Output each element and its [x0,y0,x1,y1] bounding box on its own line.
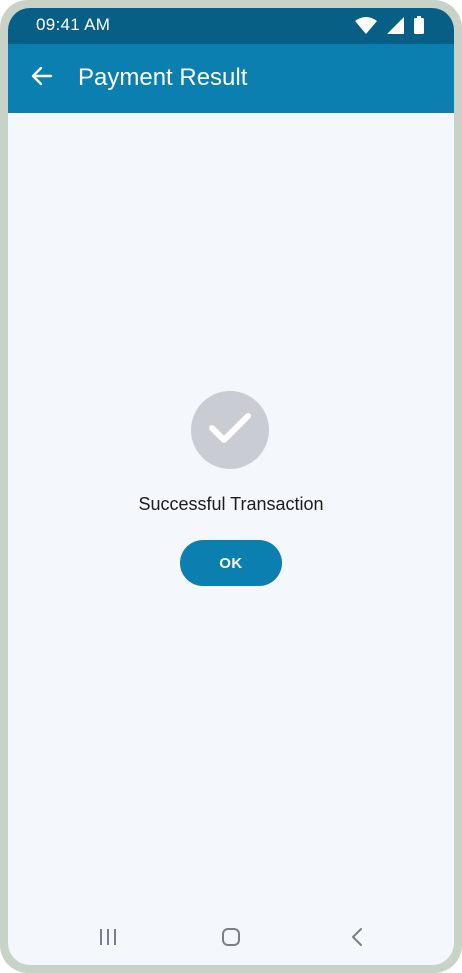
system-nav-bar [8,913,454,965]
home-button[interactable] [211,927,251,951]
checkmark-icon [208,411,252,450]
home-icon [221,927,241,952]
signal-icon [387,16,404,39]
result-message: Successful Transaction [138,494,324,514]
wifi-icon [355,16,377,39]
back-icon [350,927,364,952]
arrow-left-icon [31,65,53,92]
recent-apps-button[interactable] [88,927,128,951]
status-icons [355,16,424,39]
success-indicator [191,391,269,469]
app-bar: Payment Result [8,44,454,113]
back-button[interactable] [22,58,62,98]
status-bar: 09:41 AM [8,8,454,44]
screen: 09:41 AM Payment Result Successful Trans… [8,8,454,965]
status-time: 09:41 AM [36,15,111,34]
battery-icon [414,16,424,39]
ok-button[interactable]: OK [180,540,282,586]
system-back-button[interactable] [337,927,377,951]
recent-apps-icon [98,928,118,951]
page-title: Payment Result [78,64,248,91]
device-frame: 09:41 AM Payment Result Successful Trans… [0,0,462,973]
